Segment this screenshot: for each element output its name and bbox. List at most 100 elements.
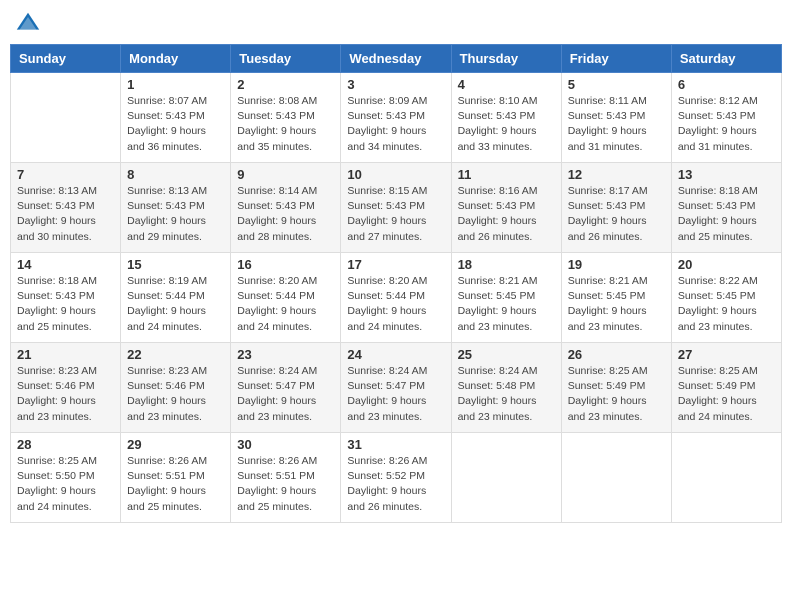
day-info: Sunrise: 8:12 AMSunset: 5:43 PMDaylight:… [678, 94, 775, 155]
day-info: Sunrise: 8:08 AMSunset: 5:43 PMDaylight:… [237, 94, 334, 155]
day-number: 2 [237, 77, 334, 92]
week-row-2: 7 Sunrise: 8:13 AMSunset: 5:43 PMDaylight… [11, 163, 782, 253]
header-saturday: Saturday [671, 45, 781, 73]
logo [14, 10, 46, 38]
header [10, 10, 782, 38]
day-number: 23 [237, 347, 334, 362]
day-cell-w3-d4: 17 Sunrise: 8:20 AMSunset: 5:44 PMDayligh… [341, 253, 451, 343]
day-cell-w5-d1: 28Sunrise: 8:25 AMSunset: 5:50 PMDayligh… [11, 433, 121, 523]
day-number: 9 [237, 167, 334, 182]
day-cell-w4-d2: 22 Sunrise: 8:23 AMSunset: 5:46 PMDayligh… [121, 343, 231, 433]
day-cell-w2-d6: 12 Sunrise: 8:17 AMSunset: 5:43 PMDayligh… [561, 163, 671, 253]
day-info: Sunrise: 8:17 AMSunset: 5:43 PMDaylight:… [568, 184, 665, 245]
day-info: Sunrise: 8:24 AMSunset: 5:47 PMDaylight:… [347, 364, 444, 425]
day-cell-w3-d6: 19 Sunrise: 8:21 AMSunset: 5:45 PMDayligh… [561, 253, 671, 343]
day-number: 10 [347, 167, 444, 182]
day-number: 11 [458, 167, 555, 182]
day-number: 7 [17, 167, 114, 182]
day-number: 12 [568, 167, 665, 182]
day-number: 20 [678, 257, 775, 272]
day-number: 14 [17, 257, 114, 272]
day-cell-w1-d4: 3 Sunrise: 8:09 AMSunset: 5:43 PMDaylight… [341, 73, 451, 163]
week-row-5: 28Sunrise: 8:25 AMSunset: 5:50 PMDayligh… [11, 433, 782, 523]
day-info: Sunrise: 8:24 AMSunset: 5:47 PMDaylight:… [237, 364, 334, 425]
header-wednesday: Wednesday [341, 45, 451, 73]
day-info: Sunrise: 8:20 AMSunset: 5:44 PMDaylight:… [237, 274, 334, 335]
day-info: Sunrise: 8:14 AMSunset: 5:43 PMDaylight:… [237, 184, 334, 245]
day-number: 26 [568, 347, 665, 362]
day-info: Sunrise: 8:10 AMSunset: 5:43 PMDaylight:… [458, 94, 555, 155]
day-cell-w2-d2: 8 Sunrise: 8:13 AMSunset: 5:43 PMDaylight… [121, 163, 231, 253]
day-info: Sunrise: 8:18 AMSunset: 5:43 PMDaylight:… [17, 274, 114, 335]
day-cell-w5-d5 [451, 433, 561, 523]
day-number: 31 [347, 437, 444, 452]
day-info: Sunrise: 8:24 AMSunset: 5:48 PMDaylight:… [458, 364, 555, 425]
day-number: 28 [17, 437, 114, 452]
calendar-table: SundayMondayTuesdayWednesdayThursdayFrid… [10, 44, 782, 523]
logo-icon [14, 10, 42, 38]
day-info: Sunrise: 8:07 AMSunset: 5:43 PMDaylight:… [127, 94, 224, 155]
week-row-1: 1Sunrise: 8:07 AMSunset: 5:43 PMDaylight… [11, 73, 782, 163]
header-thursday: Thursday [451, 45, 561, 73]
day-number: 24 [347, 347, 444, 362]
day-cell-w1-d7: 6 Sunrise: 8:12 AMSunset: 5:43 PMDaylight… [671, 73, 781, 163]
day-info: Sunrise: 8:26 AMSunset: 5:52 PMDaylight:… [347, 454, 444, 515]
day-number: 19 [568, 257, 665, 272]
day-number: 17 [347, 257, 444, 272]
day-cell-w4-d4: 24 Sunrise: 8:24 AMSunset: 5:47 PMDayligh… [341, 343, 451, 433]
day-cell-w4-d1: 21Sunrise: 8:23 AMSunset: 5:46 PMDayligh… [11, 343, 121, 433]
day-info: Sunrise: 8:13 AMSunset: 5:43 PMDaylight:… [17, 184, 114, 245]
day-info: Sunrise: 8:13 AMSunset: 5:43 PMDaylight:… [127, 184, 224, 245]
day-number: 4 [458, 77, 555, 92]
day-cell-w3-d1: 14 Sunrise: 8:18 AMSunset: 5:43 PMDayligh… [11, 253, 121, 343]
week-row-4: 21 Sunrise: 8:23 AMSunset: 5:46 PMDayligh… [11, 343, 782, 433]
day-info: Sunrise: 8:22 AMSunset: 5:45 PMDaylight:… [678, 274, 775, 335]
day-number: 16 [237, 257, 334, 272]
day-cell-w2-d4: 10Sunrise: 8:15 AMSunset: 5:43 PMDayligh… [341, 163, 451, 253]
day-info: Sunrise: 8:09 AMSunset: 5:43 PMDaylight:… [347, 94, 444, 155]
day-info: Sunrise: 8:20 AMSunset: 5:44 PMDaylight:… [347, 274, 444, 335]
week-row-3: 14 Sunrise: 8:18 AMSunset: 5:43 PMDayligh… [11, 253, 782, 343]
header-sunday: Sunday [11, 45, 121, 73]
day-cell-w3-d2: 15Sunrise: 8:19 AMSunset: 5:44 PMDayligh… [121, 253, 231, 343]
day-cell-w3-d3: 16 Sunrise: 8:20 AMSunset: 5:44 PMDayligh… [231, 253, 341, 343]
day-number: 5 [568, 77, 665, 92]
calendar-header-row: SundayMondayTuesdayWednesdayThursdayFrid… [11, 45, 782, 73]
header-monday: Monday [121, 45, 231, 73]
day-number: 18 [458, 257, 555, 272]
day-info: Sunrise: 8:18 AMSunset: 5:43 PMDaylight:… [678, 184, 775, 245]
day-cell-w2-d1: 7 Sunrise: 8:13 AMSunset: 5:43 PMDaylight… [11, 163, 121, 253]
day-number: 3 [347, 77, 444, 92]
day-number: 8 [127, 167, 224, 182]
day-info: Sunrise: 8:21 AMSunset: 5:45 PMDaylight:… [458, 274, 555, 335]
day-info: Sunrise: 8:21 AMSunset: 5:45 PMDaylight:… [568, 274, 665, 335]
day-cell-w4-d5: 25Sunrise: 8:24 AMSunset: 5:48 PMDayligh… [451, 343, 561, 433]
day-cell-w2-d7: 13 Sunrise: 8:18 AMSunset: 5:43 PMDayligh… [671, 163, 781, 253]
day-info: Sunrise: 8:23 AMSunset: 5:46 PMDaylight:… [127, 364, 224, 425]
day-cell-w1-d3: 2 Sunrise: 8:08 AMSunset: 5:43 PMDaylight… [231, 73, 341, 163]
day-number: 13 [678, 167, 775, 182]
day-number: 21 [17, 347, 114, 362]
day-cell-w5-d4: 31 Sunrise: 8:26 AMSunset: 5:52 PMDayligh… [341, 433, 451, 523]
day-cell-w5-d2: 29Sunrise: 8:26 AMSunset: 5:51 PMDayligh… [121, 433, 231, 523]
day-cell-w5-d3: 30 Sunrise: 8:26 AMSunset: 5:51 PMDayligh… [231, 433, 341, 523]
day-info: Sunrise: 8:25 AMSunset: 5:49 PMDaylight:… [568, 364, 665, 425]
day-number: 15 [127, 257, 224, 272]
day-cell-w3-d5: 18 Sunrise: 8:21 AMSunset: 5:45 PMDayligh… [451, 253, 561, 343]
day-number: 30 [237, 437, 334, 452]
day-number: 27 [678, 347, 775, 362]
day-cell-w2-d5: 11Sunrise: 8:16 AMSunset: 5:43 PMDayligh… [451, 163, 561, 253]
day-cell-w1-d6: 5Sunrise: 8:11 AMSunset: 5:43 PMDaylight… [561, 73, 671, 163]
day-number: 22 [127, 347, 224, 362]
day-info: Sunrise: 8:26 AMSunset: 5:51 PMDaylight:… [127, 454, 224, 515]
header-tuesday: Tuesday [231, 45, 341, 73]
day-cell-w1-d1 [11, 73, 121, 163]
day-cell-w5-d7 [671, 433, 781, 523]
day-cell-w4-d6: 26 Sunrise: 8:25 AMSunset: 5:49 PMDayligh… [561, 343, 671, 433]
day-cell-w2-d3: 9 Sunrise: 8:14 AMSunset: 5:43 PMDaylight… [231, 163, 341, 253]
day-cell-w4-d3: 23 Sunrise: 8:24 AMSunset: 5:47 PMDayligh… [231, 343, 341, 433]
day-cell-w3-d7: 20 Sunrise: 8:22 AMSunset: 5:45 PMDayligh… [671, 253, 781, 343]
day-info: Sunrise: 8:26 AMSunset: 5:51 PMDaylight:… [237, 454, 334, 515]
header-friday: Friday [561, 45, 671, 73]
day-number: 6 [678, 77, 775, 92]
